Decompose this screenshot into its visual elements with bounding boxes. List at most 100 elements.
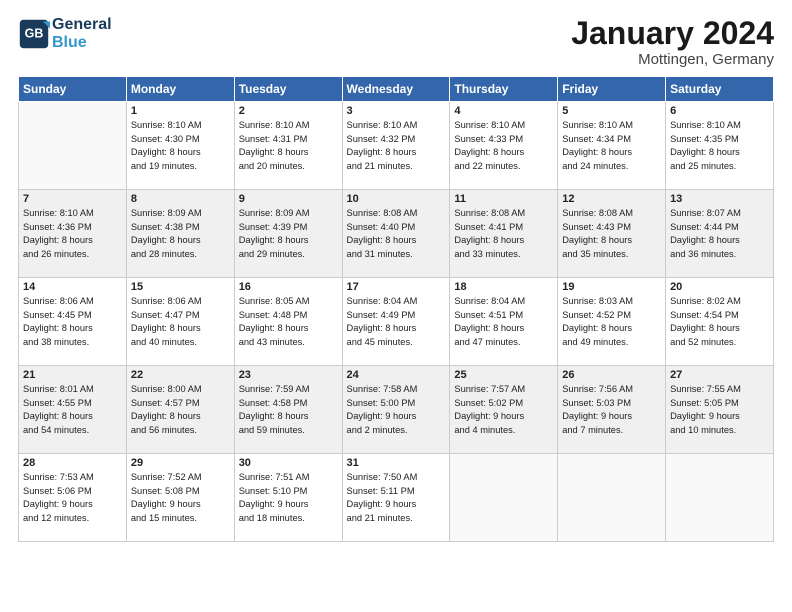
day-info: Sunrise: 7:58 AM Sunset: 5:00 PM Dayligh…: [347, 383, 446, 437]
calendar-cell: 28Sunrise: 7:53 AM Sunset: 5:06 PM Dayli…: [19, 454, 127, 542]
calendar-cell: 22 Sunrise: 8:00 AM Sunset: 4:57 PM Dayli…: [126, 366, 234, 454]
day-info: Sunrise: 8:08 AM Sunset: 4:41 PM Dayligh…: [454, 207, 553, 261]
day-info: Sunrise: 8:05 AM Sunset: 4:48 PM Dayligh…: [239, 295, 338, 349]
logo: GB General Blue: [18, 16, 112, 51]
day-info: Sunrise: 8:07 AM Sunset: 4:44 PM Dayligh…: [670, 207, 769, 261]
day-number: 5: [562, 105, 661, 117]
calendar-cell: 16 Sunrise: 8:05 AM Sunset: 4:48 PM Dayli…: [234, 278, 342, 366]
day-info: Sunrise: 8:04 AM Sunset: 4:51 PM Dayligh…: [454, 295, 553, 349]
day-number: 29: [131, 457, 230, 469]
calendar-cell: 5 Sunrise: 8:10 AM Sunset: 4:34 PM Daylig…: [558, 102, 666, 190]
day-number: 1: [131, 105, 230, 117]
day-number: 24: [347, 369, 446, 381]
calendar-cell: [19, 102, 127, 190]
calendar-cell: 23 Sunrise: 7:59 AM Sunset: 4:58 PM Dayli…: [234, 366, 342, 454]
day-info: Sunrise: 8:06 AM Sunset: 4:45 PM Dayligh…: [23, 295, 122, 349]
weekday-thursday: Thursday: [450, 77, 558, 102]
day-number: 13: [670, 193, 769, 205]
day-info: Sunrise: 7:55 AM Sunset: 5:05 PM Dayligh…: [670, 383, 769, 437]
page-header: GB General Blue January 2024 Mottingen, …: [18, 16, 774, 68]
day-number: 31: [347, 457, 446, 469]
calendar-cell: 19 Sunrise: 8:03 AM Sunset: 4:52 PM Dayli…: [558, 278, 666, 366]
calendar-title: January 2024: [571, 16, 774, 51]
day-number: 22: [131, 369, 230, 381]
week-row-4: 21 Sunrise: 8:01 AM Sunset: 4:55 PM Dayli…: [19, 366, 774, 454]
day-number: 4: [454, 105, 553, 117]
day-number: 11: [454, 193, 553, 205]
day-number: 18: [454, 281, 553, 293]
day-info: Sunrise: 7:52 AM Sunset: 5:08 PM Dayligh…: [131, 471, 230, 525]
day-info: Sunrise: 8:02 AM Sunset: 4:54 PM Dayligh…: [670, 295, 769, 349]
calendar-cell: 25Sunrise: 7:57 AM Sunset: 5:02 PM Dayli…: [450, 366, 558, 454]
svg-text:GB: GB: [25, 26, 44, 40]
day-number: 8: [131, 193, 230, 205]
day-number: 19: [562, 281, 661, 293]
day-info: Sunrise: 8:10 AM Sunset: 4:32 PM Dayligh…: [347, 119, 446, 173]
calendar-cell: 27 Sunrise: 7:55 AM Sunset: 5:05 PM Dayli…: [666, 366, 774, 454]
day-number: 23: [239, 369, 338, 381]
weekday-monday: Monday: [126, 77, 234, 102]
day-info: Sunrise: 7:59 AM Sunset: 4:58 PM Dayligh…: [239, 383, 338, 437]
weekday-tuesday: Tuesday: [234, 77, 342, 102]
calendar-cell: 13 Sunrise: 8:07 AM Sunset: 4:44 PM Dayli…: [666, 190, 774, 278]
calendar-cell: 29 Sunrise: 7:52 AM Sunset: 5:08 PM Dayli…: [126, 454, 234, 542]
weekday-friday: Friday: [558, 77, 666, 102]
week-row-2: 7 Sunrise: 8:10 AM Sunset: 4:36 PM Daylig…: [19, 190, 774, 278]
calendar-cell: 4Sunrise: 8:10 AM Sunset: 4:33 PM Daylig…: [450, 102, 558, 190]
day-number: 6: [670, 105, 769, 117]
day-info: Sunrise: 8:04 AM Sunset: 4:49 PM Dayligh…: [347, 295, 446, 349]
calendar-cell: 14 Sunrise: 8:06 AM Sunset: 4:45 PM Dayli…: [19, 278, 127, 366]
calendar-cell: 9 Sunrise: 8:09 AM Sunset: 4:39 PM Daylig…: [234, 190, 342, 278]
day-number: 3: [347, 105, 446, 117]
calendar-cell: 26Sunrise: 7:56 AM Sunset: 5:03 PM Dayli…: [558, 366, 666, 454]
day-number: 21: [23, 369, 122, 381]
day-number: 12: [562, 193, 661, 205]
calendar-cell: [450, 454, 558, 542]
day-info: Sunrise: 8:01 AM Sunset: 4:55 PM Dayligh…: [23, 383, 122, 437]
day-info: Sunrise: 8:10 AM Sunset: 4:31 PM Dayligh…: [239, 119, 338, 173]
weekday-saturday: Saturday: [666, 77, 774, 102]
day-number: 20: [670, 281, 769, 293]
weekday-header-row: SundayMondayTuesdayWednesdayThursdayFrid…: [19, 77, 774, 102]
calendar-cell: 24 Sunrise: 7:58 AM Sunset: 5:00 PM Dayli…: [342, 366, 450, 454]
day-info: Sunrise: 8:08 AM Sunset: 4:43 PM Dayligh…: [562, 207, 661, 261]
day-info: Sunrise: 8:10 AM Sunset: 4:36 PM Dayligh…: [23, 207, 122, 261]
day-number: 7: [23, 193, 122, 205]
day-number: 9: [239, 193, 338, 205]
day-number: 17: [347, 281, 446, 293]
logo-line2: Blue: [52, 34, 112, 52]
calendar-table: SundayMondayTuesdayWednesdayThursdayFrid…: [18, 76, 774, 542]
day-number: 30: [239, 457, 338, 469]
calendar-cell: 1Sunrise: 8:10 AM Sunset: 4:30 PM Daylig…: [126, 102, 234, 190]
day-info: Sunrise: 7:56 AM Sunset: 5:03 PM Dayligh…: [562, 383, 661, 437]
day-info: Sunrise: 8:10 AM Sunset: 4:35 PM Dayligh…: [670, 119, 769, 173]
day-info: Sunrise: 8:00 AM Sunset: 4:57 PM Dayligh…: [131, 383, 230, 437]
calendar-cell: 17 Sunrise: 8:04 AM Sunset: 4:49 PM Dayli…: [342, 278, 450, 366]
logo-icon: GB: [18, 18, 50, 50]
day-number: 27: [670, 369, 769, 381]
day-info: Sunrise: 8:06 AM Sunset: 4:47 PM Dayligh…: [131, 295, 230, 349]
day-number: 16: [239, 281, 338, 293]
day-number: 14: [23, 281, 122, 293]
calendar-cell: 20 Sunrise: 8:02 AM Sunset: 4:54 PM Dayli…: [666, 278, 774, 366]
week-row-1: 1Sunrise: 8:10 AM Sunset: 4:30 PM Daylig…: [19, 102, 774, 190]
weekday-wednesday: Wednesday: [342, 77, 450, 102]
weekday-sunday: Sunday: [19, 77, 127, 102]
title-block: January 2024 Mottingen, Germany: [571, 16, 774, 68]
calendar-cell: 11 Sunrise: 8:08 AM Sunset: 4:41 PM Dayli…: [450, 190, 558, 278]
calendar-cell: 10Sunrise: 8:08 AM Sunset: 4:40 PM Dayli…: [342, 190, 450, 278]
day-info: Sunrise: 7:51 AM Sunset: 5:10 PM Dayligh…: [239, 471, 338, 525]
day-number: 25: [454, 369, 553, 381]
logo-line1: General: [52, 16, 112, 34]
day-info: Sunrise: 8:10 AM Sunset: 4:34 PM Dayligh…: [562, 119, 661, 173]
day-info: Sunrise: 7:53 AM Sunset: 5:06 PM Dayligh…: [23, 471, 122, 525]
calendar-cell: 12 Sunrise: 8:08 AM Sunset: 4:43 PM Dayli…: [558, 190, 666, 278]
calendar-cell: [666, 454, 774, 542]
day-number: 10: [347, 193, 446, 205]
day-info: Sunrise: 8:09 AM Sunset: 4:39 PM Dayligh…: [239, 207, 338, 261]
day-info: Sunrise: 8:03 AM Sunset: 4:52 PM Dayligh…: [562, 295, 661, 349]
week-row-3: 14 Sunrise: 8:06 AM Sunset: 4:45 PM Dayli…: [19, 278, 774, 366]
calendar-cell: 7 Sunrise: 8:10 AM Sunset: 4:36 PM Daylig…: [19, 190, 127, 278]
calendar-cell: 18 Sunrise: 8:04 AM Sunset: 4:51 PM Dayli…: [450, 278, 558, 366]
calendar-cell: 21 Sunrise: 8:01 AM Sunset: 4:55 PM Dayli…: [19, 366, 127, 454]
